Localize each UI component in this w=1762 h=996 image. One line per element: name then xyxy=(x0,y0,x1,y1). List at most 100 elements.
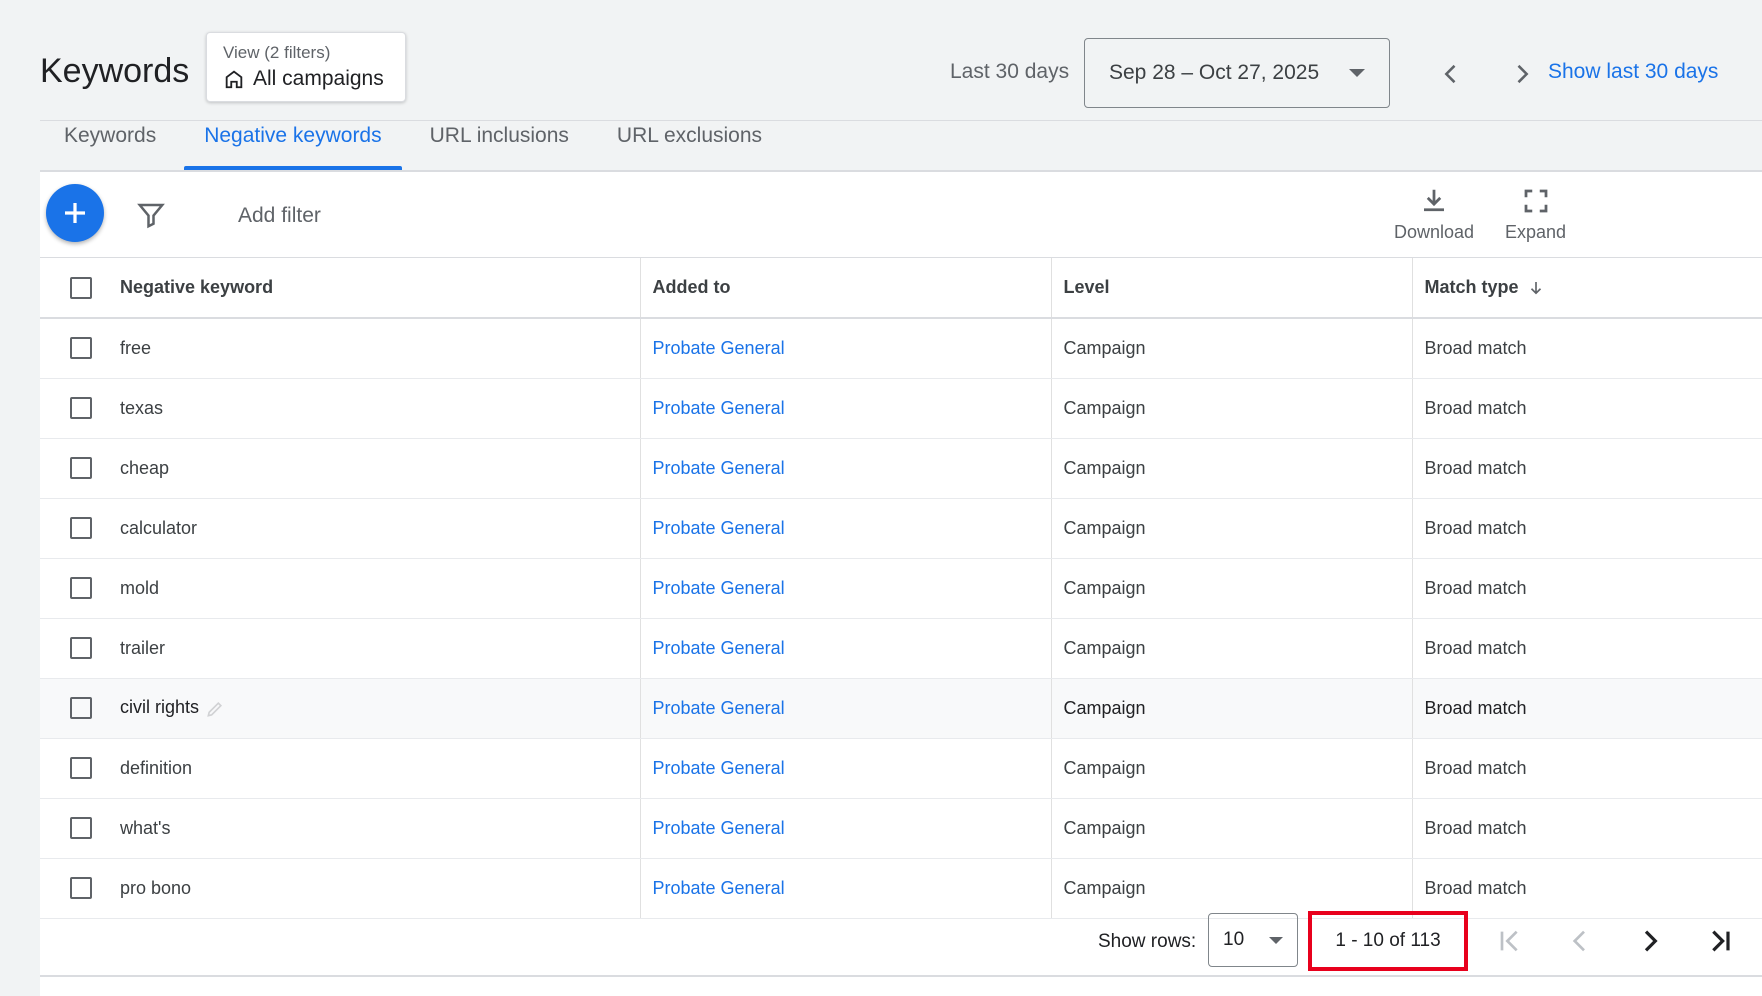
keyword-cell: free xyxy=(108,318,640,379)
next-period-button[interactable] xyxy=(1504,56,1540,92)
campaign-link[interactable]: Probate General xyxy=(653,878,785,898)
keyword-cell: calculator xyxy=(108,498,640,559)
level-cell: Campaign xyxy=(1050,438,1412,499)
match-type-cell: Broad match xyxy=(1411,798,1762,859)
select-all-checkbox[interactable] xyxy=(70,276,92,299)
level-cell: Campaign xyxy=(1050,558,1412,619)
add-filter-button[interactable]: Add filter xyxy=(238,204,321,228)
column-header-match-type-label: Match type xyxy=(1424,277,1519,297)
level-cell: Campaign xyxy=(1050,798,1412,859)
pagination-bar: Show rows: 10 1 - 10 of 113 xyxy=(40,905,1762,977)
chevron-right-icon xyxy=(1644,930,1658,952)
row-select-cell xyxy=(40,498,108,559)
campaign-link[interactable]: Probate General xyxy=(653,758,785,778)
row-checkbox[interactable] xyxy=(70,817,92,840)
last-page-button[interactable] xyxy=(1702,923,1738,959)
tab-keywords[interactable]: Keywords xyxy=(40,120,180,170)
row-checkbox[interactable] xyxy=(70,637,92,660)
row-checkbox[interactable] xyxy=(70,577,92,600)
column-header-level[interactable]: Level xyxy=(1050,258,1412,319)
view-selector-button[interactable]: View (2 filters) All campaigns xyxy=(206,32,406,102)
first-page-button[interactable] xyxy=(1492,923,1528,959)
tab-bar: Keywords Negative keywords URL inclusion… xyxy=(40,120,786,170)
next-page-button[interactable] xyxy=(1632,923,1668,959)
tab-negative-keywords[interactable]: Negative keywords xyxy=(180,120,405,170)
added-to-cell: Probate General xyxy=(639,738,1051,799)
dropdown-caret-icon xyxy=(1269,936,1283,944)
table-row: trailer Probate General Campaign Broad m… xyxy=(40,618,1762,679)
pencil-icon[interactable] xyxy=(205,699,225,719)
campaign-link[interactable]: Probate General xyxy=(653,338,785,358)
match-type-cell: Broad match xyxy=(1411,558,1762,619)
arrow-down-icon[interactable] xyxy=(1527,279,1545,297)
row-select-cell xyxy=(40,738,108,799)
last-page-icon xyxy=(1712,930,1730,952)
level-cell: Campaign xyxy=(1050,498,1412,559)
row-checkbox[interactable] xyxy=(70,457,92,480)
row-checkbox[interactable] xyxy=(70,757,92,780)
column-header-match-type[interactable]: Match type xyxy=(1411,258,1762,319)
previous-page-button[interactable] xyxy=(1562,923,1598,959)
row-checkbox[interactable] xyxy=(70,337,92,360)
row-select-cell xyxy=(40,678,108,739)
show-last-30-days-link[interactable]: Show last 30 days xyxy=(1548,60,1718,84)
view-selector-label: All campaigns xyxy=(253,67,384,90)
keyword-cell: definition xyxy=(108,738,640,799)
keyword-cell: texas xyxy=(108,378,640,439)
table-header-row: Negative keyword Added to Level Match ty… xyxy=(40,258,1762,319)
negative-keywords-table-card: Add filter Download Expand Negative keyw… xyxy=(40,170,1762,996)
match-type-cell: Broad match xyxy=(1411,378,1762,439)
table-row: cheap Probate General Campaign Broad mat… xyxy=(40,438,1762,499)
download-button[interactable]: Download xyxy=(1394,186,1474,243)
date-range-picker[interactable]: Sep 28 – Oct 27, 2025 xyxy=(1084,38,1390,108)
keyword-cell: trailer xyxy=(108,618,640,679)
campaign-link[interactable]: Probate General xyxy=(653,578,785,598)
keyword-cell: mold xyxy=(108,558,640,619)
rows-per-page-value: 10 xyxy=(1223,929,1245,950)
row-checkbox[interactable] xyxy=(70,397,92,420)
keyword-cell: civil rights xyxy=(108,678,640,739)
level-cell: Campaign xyxy=(1050,618,1412,679)
column-header-negative-keyword[interactable]: Negative keyword xyxy=(108,258,640,319)
campaign-link[interactable]: Probate General xyxy=(653,818,785,838)
column-header-added-to[interactable]: Added to xyxy=(639,258,1051,319)
keyword-text: civil rights xyxy=(120,697,200,718)
plus-icon xyxy=(65,203,85,223)
keyword-cell: cheap xyxy=(108,438,640,499)
download-icon xyxy=(1424,189,1445,212)
table-toolbar: Add filter Download Expand xyxy=(40,172,1762,258)
rows-per-page-select[interactable]: 10 xyxy=(1208,913,1298,967)
download-label: Download xyxy=(1394,222,1475,242)
campaign-link[interactable]: Probate General xyxy=(653,698,785,718)
fullscreen-icon xyxy=(1524,189,1547,213)
view-selector-main: All campaigns xyxy=(223,67,389,91)
level-cell: Campaign xyxy=(1050,678,1412,739)
tab-url-exclusions[interactable]: URL exclusions xyxy=(593,120,786,170)
campaign-link[interactable]: Probate General xyxy=(653,458,785,478)
campaign-link[interactable]: Probate General xyxy=(653,518,785,538)
added-to-cell: Probate General xyxy=(639,618,1051,679)
building-icon xyxy=(225,70,243,89)
added-to-cell: Probate General xyxy=(639,438,1051,499)
added-to-cell: Probate General xyxy=(639,318,1051,379)
added-to-cell: Probate General xyxy=(639,498,1051,559)
row-checkbox[interactable] xyxy=(70,877,92,900)
expand-button[interactable]: Expand xyxy=(1505,186,1566,243)
added-to-cell: Probate General xyxy=(639,378,1051,439)
level-cell: Campaign xyxy=(1050,318,1412,379)
match-type-cell: Broad match xyxy=(1411,618,1762,679)
add-negative-keyword-button[interactable] xyxy=(46,184,104,242)
table-row: definition Probate General Campaign Broa… xyxy=(40,738,1762,799)
table-row: what's Probate General Campaign Broad ma… xyxy=(40,798,1762,859)
row-checkbox[interactable] xyxy=(70,517,92,540)
filter-icon[interactable] xyxy=(136,200,166,230)
campaign-link[interactable]: Probate General xyxy=(653,398,785,418)
chevron-right-icon xyxy=(1517,64,1529,84)
match-type-cell: Broad match xyxy=(1411,678,1762,739)
level-cell: Campaign xyxy=(1050,738,1412,799)
previous-period-button[interactable] xyxy=(1433,56,1469,92)
row-checkbox[interactable] xyxy=(70,697,92,720)
expand-label: Expand xyxy=(1505,222,1567,242)
campaign-link[interactable]: Probate General xyxy=(653,638,785,658)
tab-url-inclusions[interactable]: URL inclusions xyxy=(406,120,593,170)
